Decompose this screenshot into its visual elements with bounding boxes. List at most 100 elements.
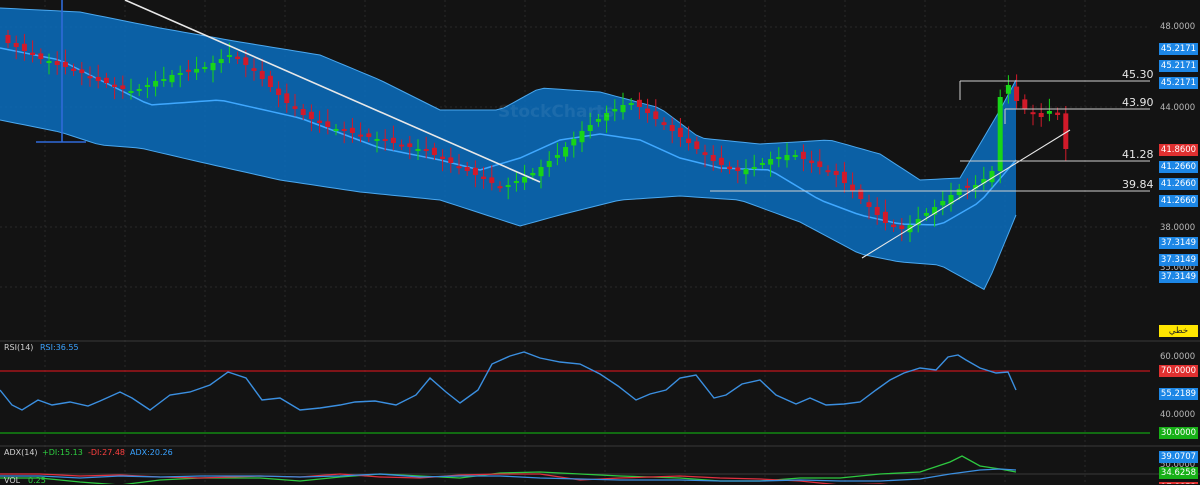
upper-band-tag: 45.2171 xyxy=(1159,43,1198,55)
rsi-value-tag: 55.2189 xyxy=(1159,388,1198,400)
candle-body xyxy=(112,84,118,87)
candle-body xyxy=(1038,113,1044,117)
lower-band-tag: 37.3149 xyxy=(1159,271,1198,283)
middle-band-tag: 41.2660 xyxy=(1159,178,1198,190)
candle-body xyxy=(850,184,856,191)
candle-body xyxy=(661,122,667,125)
candle-body xyxy=(136,89,142,91)
candle-body xyxy=(940,201,946,206)
minus-di-value: -DI:27.48 xyxy=(88,448,126,457)
candle-body xyxy=(530,173,536,176)
candle-body xyxy=(587,125,593,131)
candle-body xyxy=(710,155,716,161)
candle-body xyxy=(702,152,708,155)
upper-band-tag: 45.2171 xyxy=(1159,60,1198,72)
candle-body xyxy=(423,149,429,151)
candle-body xyxy=(390,137,396,143)
candle-body xyxy=(1055,112,1061,115)
candle-body xyxy=(882,211,888,223)
candle-body xyxy=(415,149,421,151)
candle-body xyxy=(522,177,528,183)
candle-body xyxy=(833,171,839,175)
candle-body xyxy=(21,43,27,51)
candle-body xyxy=(636,99,642,107)
candle-body xyxy=(79,69,85,73)
candle-body xyxy=(997,97,1003,171)
candle-body xyxy=(472,167,478,175)
level-label-3984: 39.84 xyxy=(1122,178,1154,191)
candle-body xyxy=(440,156,446,159)
candle-body xyxy=(5,35,11,43)
candle-body xyxy=(841,171,847,183)
candle-body xyxy=(218,59,224,63)
candle-body xyxy=(1005,85,1011,94)
level-label-4530: 45.30 xyxy=(1122,68,1154,81)
adx-tag: 39.0707 xyxy=(1159,451,1198,463)
plus-di-value: +DI:15.13 xyxy=(42,448,83,457)
candle-body xyxy=(128,91,134,93)
candle-body xyxy=(103,77,109,83)
adx-title: ADX(14) xyxy=(4,448,38,457)
upper-band-tag: 45.2171 xyxy=(1159,77,1198,89)
candle-body xyxy=(776,157,782,159)
rsi-tick-60: 60.0000 xyxy=(1160,352,1196,362)
lower-band-tag: 37.3149 xyxy=(1159,237,1198,249)
level-label-4128: 41.28 xyxy=(1122,148,1154,161)
candle-body xyxy=(677,127,683,137)
candle-body xyxy=(899,225,905,229)
price-tick-48: 48.0000 xyxy=(1160,22,1196,32)
candle-body xyxy=(1046,111,1052,114)
candle-body xyxy=(718,157,724,165)
candle-body xyxy=(46,61,52,63)
candle-body xyxy=(407,143,413,147)
yellow-label-tag: خطي xyxy=(1159,325,1198,337)
rsi-title: RSI(14) xyxy=(4,343,34,352)
candle-body xyxy=(686,138,692,143)
candle-body xyxy=(768,159,774,165)
candle-body xyxy=(694,141,700,149)
candle-body xyxy=(226,55,232,57)
candle-body xyxy=(95,77,101,81)
candle-body xyxy=(554,155,560,158)
candle-body xyxy=(505,185,511,187)
candle-body xyxy=(431,147,437,155)
candle-body xyxy=(325,121,331,127)
candle-body xyxy=(251,68,257,71)
candle-body xyxy=(292,106,298,109)
candle-body xyxy=(669,125,675,131)
lower-band-tag: 37.3149 xyxy=(1159,254,1198,266)
middle-band-tag: 41.2660 xyxy=(1159,195,1198,207)
candle-body xyxy=(38,53,44,59)
candle-body xyxy=(374,139,380,141)
candle-body xyxy=(800,151,806,159)
candle-body xyxy=(358,134,364,137)
candle-body xyxy=(120,85,126,89)
adx-value: ADX:20.26 xyxy=(130,448,173,457)
candle-body xyxy=(202,67,208,69)
candle-body xyxy=(825,170,831,173)
price-tick-44: 44.0000 xyxy=(1160,103,1196,113)
candle-body xyxy=(546,161,552,167)
candle-body xyxy=(964,185,970,188)
candle-body xyxy=(54,61,60,65)
candle-body xyxy=(300,109,306,115)
candle-body xyxy=(743,169,749,175)
candle-body xyxy=(161,79,167,81)
candle-body xyxy=(194,69,200,73)
last-price-tag: 41.8600 xyxy=(1159,144,1198,156)
candle-body xyxy=(481,176,487,179)
candle-body xyxy=(71,68,77,71)
candle-body xyxy=(308,111,314,119)
candle-body xyxy=(448,157,454,163)
candle-body xyxy=(243,57,249,65)
candle-body xyxy=(284,93,290,103)
candle-body xyxy=(571,139,577,146)
candle-body xyxy=(784,155,790,161)
candle-body xyxy=(399,144,405,147)
plus-di-tag: 34.6258 xyxy=(1159,467,1198,479)
candle-body xyxy=(341,129,347,131)
candle-body xyxy=(1022,99,1028,109)
rsi-tick-40: 40.0000 xyxy=(1160,410,1196,420)
candle-body xyxy=(185,69,191,72)
candle-body xyxy=(759,163,765,165)
